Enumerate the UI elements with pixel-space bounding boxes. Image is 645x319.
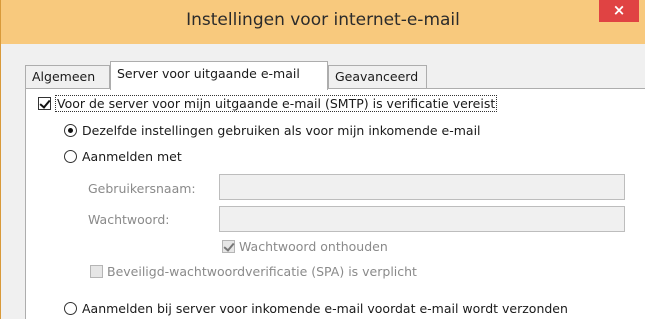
tab-geavanceerd[interactable]: Geavanceerd (328, 65, 427, 89)
password-label: Wachtwoord: (88, 212, 170, 227)
close-button[interactable]: × (599, 0, 639, 22)
spa-row[interactable]: Beveiligd-wachtwoordverificatie (SPA) is… (90, 264, 417, 279)
smtp-auth-label: Voor de server voor mijn uitgaande e-mai… (55, 95, 498, 112)
same-settings-label: Dezelfde instellingen gebruiken als voor… (82, 123, 481, 138)
spa-label: Beveiligd-wachtwoordverificatie (SPA) is… (107, 264, 417, 279)
title-bar[interactable]: Instellingen voor internet-e-mail × (1, 0, 645, 44)
dialog-window: Instellingen voor internet-e-mail × Alge… (0, 0, 645, 319)
tab-algemeen[interactable]: Algemeen (25, 65, 110, 89)
remember-password-checkbox[interactable] (222, 240, 235, 253)
spa-checkbox[interactable] (90, 265, 103, 278)
remember-password-label: Wachtwoord onthouden (239, 239, 388, 254)
tab-panel: Voor de server voor mijn uitgaande e-mai… (25, 88, 645, 319)
close-icon: × (612, 1, 626, 19)
login-with-radio[interactable] (64, 150, 77, 163)
same-settings-radio-row[interactable]: Dezelfde instellingen gebruiken als voor… (64, 123, 481, 138)
login-incoming-first-radio[interactable] (64, 302, 77, 315)
login-with-radio-row[interactable]: Aanmelden met (64, 149, 182, 164)
password-input[interactable] (219, 206, 625, 232)
username-input[interactable] (219, 174, 625, 200)
remember-password-row[interactable]: Wachtwoord onthouden (222, 239, 388, 254)
same-settings-radio[interactable] (64, 124, 77, 137)
username-label: Gebruikersnaam: (88, 181, 196, 196)
login-with-label: Aanmelden met (82, 149, 182, 164)
login-incoming-first-row[interactable]: Aanmelden bij server voor inkomende e-ma… (64, 301, 568, 316)
smtp-auth-checkbox[interactable] (38, 97, 51, 110)
login-incoming-first-label: Aanmelden bij server voor inkomende e-ma… (82, 301, 568, 316)
smtp-auth-checkbox-row[interactable]: Voor de server voor mijn uitgaande e-mai… (38, 95, 498, 112)
tab-server-uitgaande-email[interactable]: Server voor uitgaande e-mail (110, 61, 328, 90)
window-title: Instellingen voor internet-e-mail (186, 10, 460, 30)
